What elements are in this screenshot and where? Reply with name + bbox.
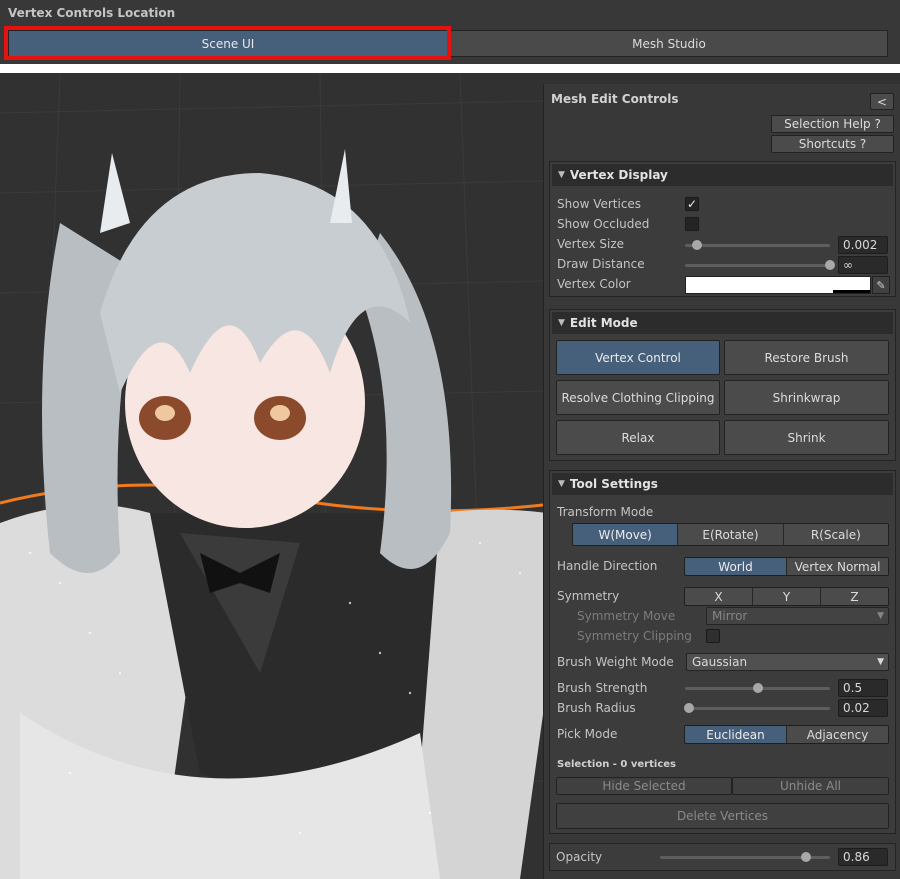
symmetry-clipping-label: Symmetry Clipping [577,629,692,643]
vertex-normal-button[interactable]: Vertex Normal [787,558,888,575]
world-button[interactable]: World [685,558,787,575]
eyedropper-icon[interactable]: ✎ [872,276,890,294]
vertex-color-label: Vertex Color [557,277,631,291]
symmetry-x-button[interactable]: X [685,588,753,605]
dropdown-arrow-icon: ▼ [877,611,884,621]
vertex-control-button[interactable]: Vertex Control [556,340,720,375]
brush-radius-label: Brush Radius [557,701,636,715]
show-occluded-label: Show Occluded [557,217,650,231]
pick-mode-toggle: Euclidean Adjacency [684,725,889,744]
pick-mode-label: Pick Mode [557,727,618,741]
edit-mode-header[interactable]: ▼ Edit Mode [552,312,893,334]
vertex-size-slider-knob[interactable] [691,240,702,250]
dropdown-arrow-icon: ▼ [877,657,884,667]
alpha-bar-fill [686,290,834,293]
delete-vertices-button[interactable]: Delete Vertices [556,803,889,829]
tool-settings-section: ▼ Tool Settings Transform Mode W(Move) E(… [549,470,896,834]
unhide-all-button[interactable]: Unhide All [732,777,889,795]
shrink-button[interactable]: Shrink [724,420,889,455]
draw-distance-slider-knob[interactable] [825,260,835,270]
vertex-size-label: Vertex Size [557,237,625,251]
vertex-controls-location-bar: Vertex Controls Location Scene UI Mesh S… [0,0,900,64]
vertex-size-field[interactable]: 0.002 [838,236,888,254]
brush-radius-slider-knob[interactable] [684,703,695,713]
transform-mode-toggle: W(Move) E(Rotate) R(Scale) [572,523,889,546]
opacity-label: Opacity [556,850,603,864]
scale-mode-button[interactable]: R(Scale) [783,524,888,545]
symmetry-move-dropdown[interactable]: Mirror ▼ [706,607,889,625]
edit-mode-section: ▼ Edit Mode Vertex Control Restore Brush … [549,309,896,461]
shortcuts-button[interactable]: Shortcuts ? [771,135,894,153]
vertex-display-section: ▼ Vertex Display Show Vertices ✓ Show Occ… [549,161,896,297]
brush-weight-mode-value: Gaussian [692,655,748,669]
vertex-display-title: Vertex Display [569,168,668,182]
opacity-field[interactable]: 0.86 [838,848,888,866]
brush-weight-mode-label: Brush Weight Mode [557,655,674,669]
euclidean-button[interactable]: Euclidean [685,726,787,743]
separator-gap [0,64,900,73]
app-window: Vertex Controls Location Scene UI Mesh S… [0,0,900,879]
handle-direction-toggle: World Vertex Normal [684,557,889,576]
show-vertices-label: Show Vertices [557,197,642,211]
brush-strength-label: Brush Strength [557,681,648,695]
vertex-display-header[interactable]: ▼ Vertex Display [552,164,893,186]
vertex-color-field[interactable] [685,276,871,294]
transform-mode-label: Transform Mode [557,505,654,519]
draw-distance-slider[interactable] [685,264,830,267]
panel-title: Mesh Edit Controls [551,92,679,106]
tool-settings-header[interactable]: ▼ Tool Settings [552,473,893,495]
symmetry-move-value: Mirror [712,609,748,623]
symmetry-y-button[interactable]: Y [753,588,821,605]
brush-radius-field[interactable]: 0.02 [838,699,888,717]
brush-weight-mode-dropdown[interactable]: Gaussian ▼ [686,653,889,671]
collapse-panel-button[interactable]: < [870,93,894,110]
tool-settings-title: Tool Settings [569,477,658,491]
hide-selected-button[interactable]: Hide Selected [556,777,732,795]
location-title: Vertex Controls Location [8,6,176,20]
restore-brush-button[interactable]: Restore Brush [724,340,889,375]
symmetry-label: Symmetry [557,589,620,603]
relax-button[interactable]: Relax [556,420,720,455]
brush-strength-field[interactable]: 0.5 [838,679,888,697]
brush-radius-slider[interactable] [685,707,830,710]
show-vertices-checkbox[interactable]: ✓ [685,197,699,211]
foldout-triangle-icon: ▼ [558,479,565,489]
scene-ui-button[interactable]: Scene UI [8,30,448,57]
foldout-triangle-icon: ▼ [558,318,565,328]
adjacency-button[interactable]: Adjacency [787,726,888,743]
symmetry-clipping-checkbox[interactable] [706,629,720,643]
edit-mode-title: Edit Mode [569,316,638,330]
resolve-clothing-clipping-button[interactable]: Resolve Clothing Clipping [556,380,720,415]
brush-strength-slider-knob[interactable] [752,683,763,693]
draw-distance-field[interactable]: ∞ [838,256,888,274]
selection-help-button[interactable]: Selection Help ? [771,115,894,133]
move-mode-button[interactable]: W(Move) [573,524,679,545]
symmetry-toggle: X Y Z [684,587,889,606]
show-occluded-checkbox[interactable] [685,217,699,231]
shrinkwrap-button[interactable]: Shrinkwrap [724,380,889,415]
opacity-slider-knob[interactable] [801,852,812,862]
symmetry-move-label: Symmetry Move [577,609,676,623]
opacity-row: Opacity 0.86 [549,843,896,871]
mesh-edit-controls-panel: Mesh Edit Controls < Selection Help ? Sh… [543,84,900,879]
mesh-studio-button[interactable]: Mesh Studio [450,30,888,57]
vertex-size-slider[interactable] [685,244,830,247]
foldout-triangle-icon: ▼ [558,170,565,180]
symmetry-z-button[interactable]: Z [821,588,888,605]
rotate-mode-button[interactable]: E(Rotate) [678,524,784,545]
handle-direction-label: Handle Direction [557,559,658,573]
draw-distance-label: Draw Distance [557,257,645,271]
selection-info: Selection - 0 vertices [557,759,676,770]
